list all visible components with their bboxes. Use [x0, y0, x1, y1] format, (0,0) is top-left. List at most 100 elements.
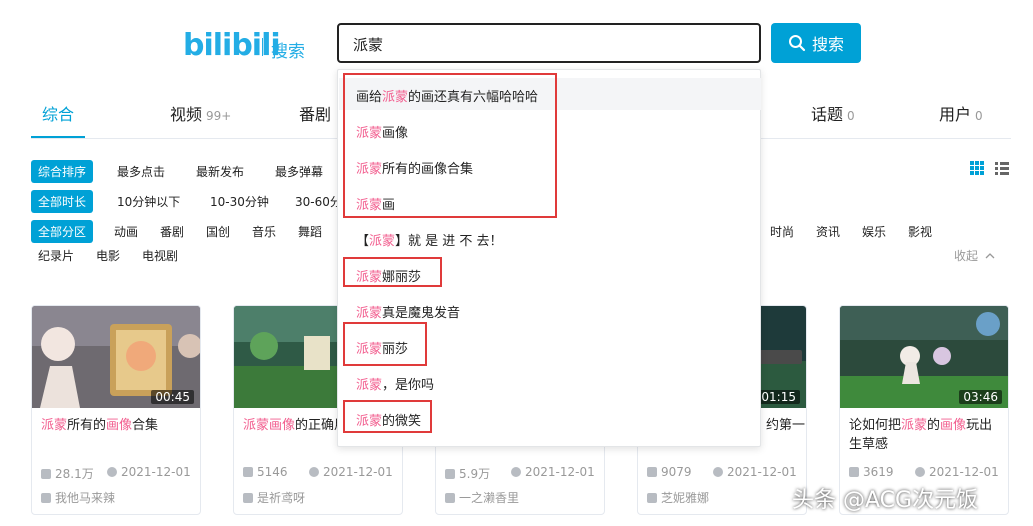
clock-icon — [107, 467, 117, 477]
sort-all-pill[interactable]: 综合排序 — [31, 160, 94, 183]
suggestion-item[interactable]: 【派蒙】就 是 进 不 去！ — [356, 230, 503, 249]
tab-topic[interactable]: 话题 0 — [811, 101, 855, 125]
title-text: 论如何把 — [849, 418, 902, 433]
suggestion-text: ，是你吗 — [382, 378, 435, 393]
zone-news[interactable]: 资讯 — [816, 223, 840, 240]
view-count-value: 5146 — [257, 465, 288, 479]
title-highlight: 画像 — [940, 418, 967, 433]
zone-entertainment[interactable]: 娱乐 — [862, 223, 886, 240]
list-view-icon[interactable] — [994, 160, 1010, 176]
upload-date-value: 2021-12-01 — [929, 465, 999, 479]
tab-all[interactable]: 综合 — [42, 101, 74, 125]
tab-user[interactable]: 用户 0 — [939, 101, 983, 125]
search-input-value[interactable]: 派蒙 — [353, 34, 383, 55]
duration-10-30[interactable]: 10-30分钟 — [210, 193, 269, 210]
duration-all-pill[interactable]: 全部时长 — [31, 190, 94, 213]
clock-icon — [713, 467, 723, 477]
uploader-icon — [445, 492, 455, 503]
zone-guochuang[interactable]: 国创 — [206, 223, 230, 240]
sort-newest[interactable]: 最新发布 — [196, 163, 244, 180]
upload-date-value: 2021-12-01 — [727, 465, 797, 479]
upload-date: 2021-12-01 — [309, 465, 393, 479]
clock-icon — [511, 467, 521, 477]
sort-most-danmaku[interactable]: 最多弹幕 — [275, 163, 323, 180]
play-count-icon — [647, 467, 657, 477]
duration-under-10[interactable]: 10分钟以下 — [117, 193, 180, 210]
tab-label: 话题 — [811, 105, 844, 124]
uploader[interactable]: 芝妮雅娜 — [647, 489, 709, 506]
video-title[interactable]: 论如何把派蒙的画像玩出生草感 — [849, 416, 1001, 454]
search-button[interactable]: 搜索 — [771, 23, 861, 63]
annotation-box — [343, 322, 427, 366]
collapse-filters[interactable]: 收起 — [954, 247, 995, 264]
play-count-icon — [41, 468, 51, 479]
view-count: 5146 — [243, 465, 288, 479]
annotation-box — [343, 73, 557, 218]
title-text: 所有的 — [67, 418, 107, 433]
upload-date: 2021-12-01 — [915, 465, 999, 479]
zone-music[interactable]: 音乐 — [252, 223, 276, 240]
title-text: 合集 — [132, 418, 159, 433]
search-button-label: 搜索 — [811, 35, 844, 54]
suggestion-highlight: 派蒙 — [356, 306, 383, 321]
suggestion-highlight: 派蒙 — [356, 378, 383, 393]
uploader-icon — [243, 492, 253, 503]
logo-divider — [262, 38, 263, 56]
grid-view-icon[interactable] — [969, 160, 985, 176]
video-duration: 01:15 — [757, 390, 800, 404]
uploader-name: 一之濑香里 — [459, 491, 520, 505]
tab-count: 0 — [975, 109, 983, 123]
chevron-up-icon — [985, 253, 995, 259]
uploader-name: 是祈鸢呀 — [257, 491, 306, 505]
uploader[interactable]: 我他马来辣 — [41, 489, 115, 506]
duration-30-60[interactable]: 30-60分 — [295, 193, 342, 210]
upload-date: 2021-12-01 — [511, 465, 595, 479]
tab-count: 0 — [847, 109, 855, 123]
suggestion-text: 真是魔鬼发音 — [382, 306, 461, 321]
play-count-icon — [445, 468, 455, 479]
view-count: 5.9万 — [445, 465, 490, 482]
tab-video[interactable]: 视频 99+ — [170, 101, 231, 125]
video-title[interactable]: 派蒙所有的画像合集 — [41, 416, 193, 435]
tab-label: 用户 — [939, 105, 972, 124]
video-title[interactable]: 约第一 — [766, 416, 806, 435]
view-count-value: 3619 — [863, 465, 894, 479]
suggestion-item[interactable]: 派蒙，是你吗 — [356, 374, 434, 393]
zone-tv[interactable]: 电视剧 — [142, 247, 178, 264]
suggestion-item[interactable]: 派蒙真是魔鬼发音 — [356, 302, 460, 321]
tab-label: 综合 — [42, 105, 75, 124]
uploader-name: 芝妮雅娜 — [661, 491, 710, 505]
upload-date: 2021-12-01 — [107, 465, 191, 479]
video-card[interactable]: 00:45 派蒙所有的画像合集 28.1万 2021-12-01 我他马来辣 — [31, 305, 201, 515]
tab-label: 番剧 — [299, 105, 332, 124]
clock-icon — [915, 467, 925, 477]
zone-dance[interactable]: 舞蹈 — [298, 223, 322, 240]
suggestion-highlight: 派蒙 — [369, 234, 396, 249]
title-highlight: 派蒙 — [41, 418, 68, 433]
uploader[interactable]: 一之濑香里 — [445, 489, 519, 506]
zone-anime[interactable]: 动画 — [114, 223, 138, 240]
play-count-icon — [243, 467, 253, 477]
title-highlight: 派蒙画像 — [243, 418, 296, 433]
sort-most-clicks[interactable]: 最多点击 — [117, 163, 165, 180]
title-text: 约第一 — [766, 418, 806, 433]
zone-movie[interactable]: 电影 — [96, 247, 120, 264]
search-icon — [788, 35, 806, 52]
tab-bangumi[interactable]: 番剧 — [299, 101, 331, 125]
zone-bangumi[interactable]: 番剧 — [160, 223, 184, 240]
uploader[interactable]: 是祈鸢呀 — [243, 489, 305, 506]
zone-all-pill[interactable]: 全部分区 — [31, 220, 94, 243]
upload-date-value: 2021-12-01 — [323, 465, 393, 479]
annotation-box — [343, 257, 442, 287]
zone-fashion[interactable]: 时尚 — [770, 223, 794, 240]
upload-date-value: 2021-12-01 — [525, 465, 595, 479]
title-highlight: 画像 — [106, 418, 133, 433]
zone-film[interactable]: 影视 — [908, 223, 932, 240]
view-count-value: 5.9万 — [459, 467, 491, 481]
play-count-icon — [849, 467, 859, 477]
view-count: 28.1万 — [41, 465, 94, 482]
search-input[interactable] — [337, 23, 761, 63]
video-duration: 03:46 — [959, 390, 1002, 404]
zone-documentary[interactable]: 纪录片 — [38, 247, 74, 264]
bilibili-logo[interactable]: bilibili — [183, 28, 281, 64]
